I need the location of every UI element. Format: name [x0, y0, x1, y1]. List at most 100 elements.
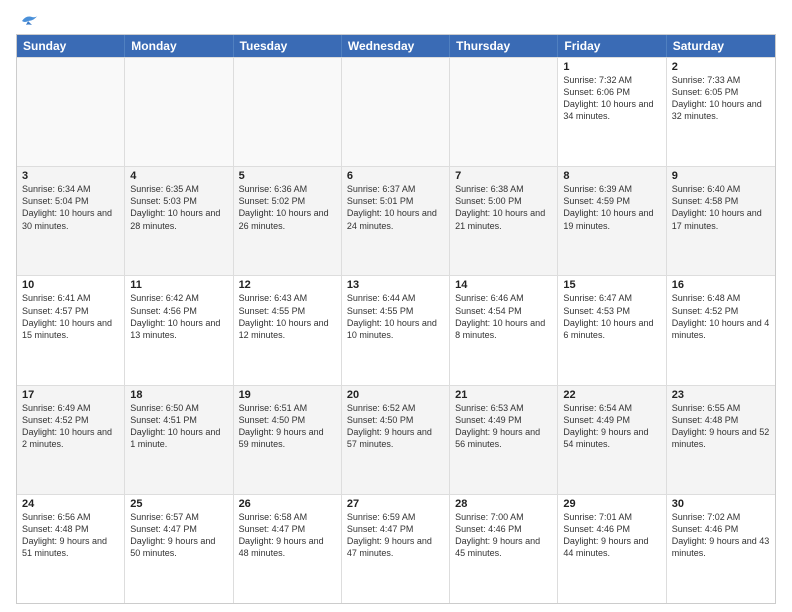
- day-number: 14: [455, 279, 552, 291]
- day-number: 11: [130, 279, 227, 291]
- day-number: 5: [239, 170, 336, 182]
- day-info: Sunrise: 6:35 AM Sunset: 5:03 PM Dayligh…: [130, 183, 227, 232]
- day-number: 27: [347, 498, 444, 510]
- calendar-header: SundayMondayTuesdayWednesdayThursdayFrid…: [17, 35, 775, 57]
- day-info: Sunrise: 6:34 AM Sunset: 5:04 PM Dayligh…: [22, 183, 119, 232]
- day-number: 10: [22, 279, 119, 291]
- calendar-cell: 17Sunrise: 6:49 AM Sunset: 4:52 PM Dayli…: [17, 386, 125, 494]
- day-info: Sunrise: 7:02 AM Sunset: 4:46 PM Dayligh…: [672, 511, 770, 560]
- day-number: 24: [22, 498, 119, 510]
- day-info: Sunrise: 6:58 AM Sunset: 4:47 PM Dayligh…: [239, 511, 336, 560]
- calendar-cell: 28Sunrise: 7:00 AM Sunset: 4:46 PM Dayli…: [450, 495, 558, 603]
- calendar-cell: 29Sunrise: 7:01 AM Sunset: 4:46 PM Dayli…: [558, 495, 666, 603]
- day-info: Sunrise: 6:56 AM Sunset: 4:48 PM Dayligh…: [22, 511, 119, 560]
- day-number: 16: [672, 279, 770, 291]
- day-info: Sunrise: 7:32 AM Sunset: 6:06 PM Dayligh…: [563, 74, 660, 123]
- calendar-cell: [125, 58, 233, 166]
- calendar-cell: [17, 58, 125, 166]
- calendar-cell: 25Sunrise: 6:57 AM Sunset: 4:47 PM Dayli…: [125, 495, 233, 603]
- day-info: Sunrise: 6:46 AM Sunset: 4:54 PM Dayligh…: [455, 292, 552, 341]
- day-number: 20: [347, 389, 444, 401]
- calendar-cell: 10Sunrise: 6:41 AM Sunset: 4:57 PM Dayli…: [17, 276, 125, 384]
- day-number: 12: [239, 279, 336, 291]
- calendar-cell: 1Sunrise: 7:32 AM Sunset: 6:06 PM Daylig…: [558, 58, 666, 166]
- day-info: Sunrise: 6:37 AM Sunset: 5:01 PM Dayligh…: [347, 183, 444, 232]
- day-info: Sunrise: 6:59 AM Sunset: 4:47 PM Dayligh…: [347, 511, 444, 560]
- day-info: Sunrise: 6:53 AM Sunset: 4:49 PM Dayligh…: [455, 402, 552, 451]
- calendar-cell: 19Sunrise: 6:51 AM Sunset: 4:50 PM Dayli…: [234, 386, 342, 494]
- header-day-saturday: Saturday: [667, 35, 775, 57]
- header-day-sunday: Sunday: [17, 35, 125, 57]
- day-number: 23: [672, 389, 770, 401]
- day-info: Sunrise: 6:48 AM Sunset: 4:52 PM Dayligh…: [672, 292, 770, 341]
- logo: [16, 12, 40, 26]
- calendar-cell: 5Sunrise: 6:36 AM Sunset: 5:02 PM Daylig…: [234, 167, 342, 275]
- day-number: 4: [130, 170, 227, 182]
- calendar-cell: 30Sunrise: 7:02 AM Sunset: 4:46 PM Dayli…: [667, 495, 775, 603]
- calendar-cell: 27Sunrise: 6:59 AM Sunset: 4:47 PM Dayli…: [342, 495, 450, 603]
- calendar-cell: [234, 58, 342, 166]
- calendar-cell: 20Sunrise: 6:52 AM Sunset: 4:50 PM Dayli…: [342, 386, 450, 494]
- day-number: 29: [563, 498, 660, 510]
- calendar: SundayMondayTuesdayWednesdayThursdayFrid…: [16, 34, 776, 604]
- calendar-cell: 4Sunrise: 6:35 AM Sunset: 5:03 PM Daylig…: [125, 167, 233, 275]
- header-day-wednesday: Wednesday: [342, 35, 450, 57]
- calendar-row-4: 17Sunrise: 6:49 AM Sunset: 4:52 PM Dayli…: [17, 385, 775, 494]
- day-info: Sunrise: 6:57 AM Sunset: 4:47 PM Dayligh…: [130, 511, 227, 560]
- calendar-row-1: 1Sunrise: 7:32 AM Sunset: 6:06 PM Daylig…: [17, 57, 775, 166]
- header: [16, 12, 776, 26]
- day-number: 17: [22, 389, 119, 401]
- day-number: 6: [347, 170, 444, 182]
- day-number: 21: [455, 389, 552, 401]
- day-info: Sunrise: 6:55 AM Sunset: 4:48 PM Dayligh…: [672, 402, 770, 451]
- calendar-cell: [450, 58, 558, 166]
- day-info: Sunrise: 6:40 AM Sunset: 4:58 PM Dayligh…: [672, 183, 770, 232]
- day-number: 26: [239, 498, 336, 510]
- calendar-row-3: 10Sunrise: 6:41 AM Sunset: 4:57 PM Dayli…: [17, 275, 775, 384]
- calendar-cell: 23Sunrise: 6:55 AM Sunset: 4:48 PM Dayli…: [667, 386, 775, 494]
- calendar-cell: 7Sunrise: 6:38 AM Sunset: 5:00 PM Daylig…: [450, 167, 558, 275]
- header-day-thursday: Thursday: [450, 35, 558, 57]
- day-info: Sunrise: 7:00 AM Sunset: 4:46 PM Dayligh…: [455, 511, 552, 560]
- day-number: 1: [563, 61, 660, 73]
- calendar-cell: 3Sunrise: 6:34 AM Sunset: 5:04 PM Daylig…: [17, 167, 125, 275]
- calendar-body: 1Sunrise: 7:32 AM Sunset: 6:06 PM Daylig…: [17, 57, 775, 603]
- day-number: 22: [563, 389, 660, 401]
- calendar-cell: 6Sunrise: 6:37 AM Sunset: 5:01 PM Daylig…: [342, 167, 450, 275]
- calendar-cell: 22Sunrise: 6:54 AM Sunset: 4:49 PM Dayli…: [558, 386, 666, 494]
- calendar-cell: 11Sunrise: 6:42 AM Sunset: 4:56 PM Dayli…: [125, 276, 233, 384]
- day-info: Sunrise: 6:42 AM Sunset: 4:56 PM Dayligh…: [130, 292, 227, 341]
- day-info: Sunrise: 6:43 AM Sunset: 4:55 PM Dayligh…: [239, 292, 336, 341]
- day-info: Sunrise: 6:38 AM Sunset: 5:00 PM Dayligh…: [455, 183, 552, 232]
- calendar-cell: 12Sunrise: 6:43 AM Sunset: 4:55 PM Dayli…: [234, 276, 342, 384]
- header-day-monday: Monday: [125, 35, 233, 57]
- calendar-cell: 13Sunrise: 6:44 AM Sunset: 4:55 PM Dayli…: [342, 276, 450, 384]
- day-info: Sunrise: 6:51 AM Sunset: 4:50 PM Dayligh…: [239, 402, 336, 451]
- calendar-row-5: 24Sunrise: 6:56 AM Sunset: 4:48 PM Dayli…: [17, 494, 775, 603]
- day-info: Sunrise: 6:52 AM Sunset: 4:50 PM Dayligh…: [347, 402, 444, 451]
- calendar-cell: 9Sunrise: 6:40 AM Sunset: 4:58 PM Daylig…: [667, 167, 775, 275]
- day-info: Sunrise: 6:49 AM Sunset: 4:52 PM Dayligh…: [22, 402, 119, 451]
- logo-bird-icon: [18, 13, 40, 29]
- calendar-cell: 21Sunrise: 6:53 AM Sunset: 4:49 PM Dayli…: [450, 386, 558, 494]
- calendar-cell: 26Sunrise: 6:58 AM Sunset: 4:47 PM Dayli…: [234, 495, 342, 603]
- calendar-cell: 15Sunrise: 6:47 AM Sunset: 4:53 PM Dayli…: [558, 276, 666, 384]
- day-info: Sunrise: 6:41 AM Sunset: 4:57 PM Dayligh…: [22, 292, 119, 341]
- day-info: Sunrise: 6:44 AM Sunset: 4:55 PM Dayligh…: [347, 292, 444, 341]
- day-number: 8: [563, 170, 660, 182]
- day-number: 30: [672, 498, 770, 510]
- day-info: Sunrise: 7:01 AM Sunset: 4:46 PM Dayligh…: [563, 511, 660, 560]
- calendar-cell: [342, 58, 450, 166]
- day-number: 3: [22, 170, 119, 182]
- calendar-cell: 8Sunrise: 6:39 AM Sunset: 4:59 PM Daylig…: [558, 167, 666, 275]
- day-number: 13: [347, 279, 444, 291]
- calendar-cell: 2Sunrise: 7:33 AM Sunset: 6:05 PM Daylig…: [667, 58, 775, 166]
- day-info: Sunrise: 7:33 AM Sunset: 6:05 PM Dayligh…: [672, 74, 770, 123]
- day-number: 19: [239, 389, 336, 401]
- day-info: Sunrise: 6:54 AM Sunset: 4:49 PM Dayligh…: [563, 402, 660, 451]
- calendar-row-2: 3Sunrise: 6:34 AM Sunset: 5:04 PM Daylig…: [17, 166, 775, 275]
- day-info: Sunrise: 6:50 AM Sunset: 4:51 PM Dayligh…: [130, 402, 227, 451]
- page: SundayMondayTuesdayWednesdayThursdayFrid…: [0, 0, 792, 612]
- calendar-cell: 18Sunrise: 6:50 AM Sunset: 4:51 PM Dayli…: [125, 386, 233, 494]
- day-info: Sunrise: 6:36 AM Sunset: 5:02 PM Dayligh…: [239, 183, 336, 232]
